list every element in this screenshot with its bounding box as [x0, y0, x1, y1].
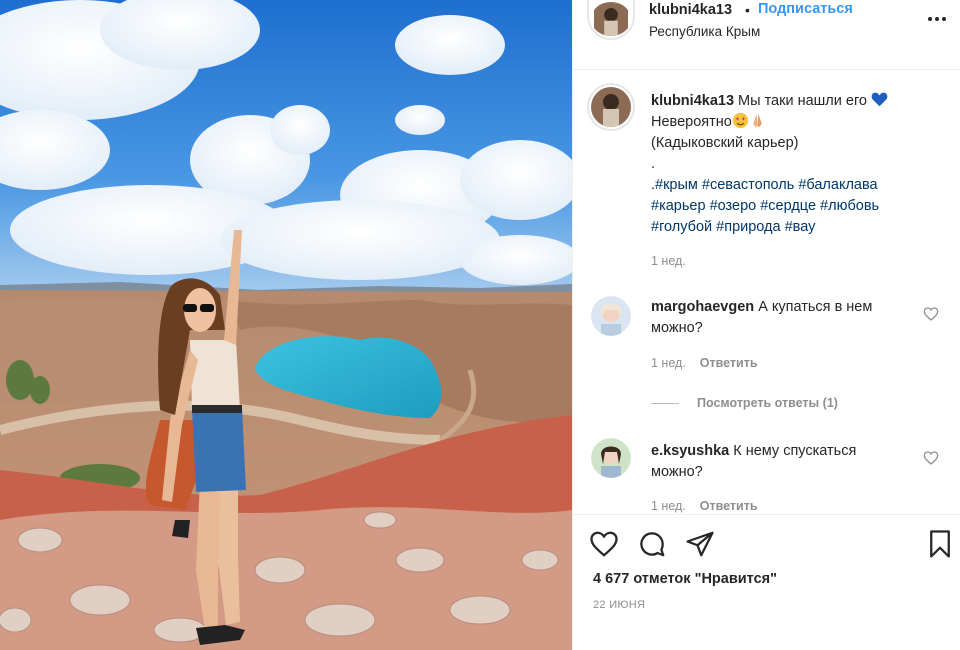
comment-text: e.ksyushka К нему спускаться можно?: [651, 441, 891, 483]
view-replies-button[interactable]: Посмотреть ответы (1): [651, 396, 838, 410]
like-comment-heart-icon[interactable]: [923, 450, 939, 466]
comment-bubble-icon[interactable]: [637, 529, 667, 559]
heart-eyes-emoji-icon: [732, 112, 748, 129]
caption-line-1: Мы таки нашли его: [738, 93, 867, 109]
post-date[interactable]: 22 ИЮНЯ: [593, 599, 645, 611]
comment-time[interactable]: 1 нед.: [651, 356, 686, 370]
save-bookmark-icon[interactable]: [925, 529, 955, 559]
author-avatar[interactable]: [587, 0, 635, 40]
post-header: klubni4ka13 • Подписаться Республика Кры…: [573, 0, 960, 70]
caption-hashtags-3[interactable]: #голубой #природа #вау: [651, 217, 941, 238]
post-actions: 4 677 отметок "Нравится" 22 ИЮНЯ: [573, 514, 960, 650]
like-heart-icon[interactable]: [589, 529, 619, 559]
comment-meta: 1 нед. Ответить: [651, 356, 758, 370]
post-panel: klubni4ka13 • Подписаться Республика Кры…: [572, 0, 960, 650]
likes-count[interactable]: 4 677 отметок "Нравится": [593, 571, 777, 587]
caption-time[interactable]: 1 нед.: [651, 254, 686, 268]
caption-hashtags-2[interactable]: #карьер #озеро #сердце #любовь: [651, 196, 941, 217]
caption-author-avatar[interactable]: [587, 83, 635, 131]
reply-button[interactable]: Ответить: [700, 499, 758, 513]
blue-heart-emoji-icon: [871, 92, 888, 107]
like-comment-heart-icon[interactable]: [923, 306, 939, 322]
quarry-photo-illustration: [0, 0, 572, 650]
follow-button[interactable]: Подписаться: [758, 1, 853, 17]
caption-line-4: .: [651, 156, 656, 172]
caption-username[interactable]: klubni4ka13: [651, 93, 734, 109]
location-link[interactable]: Республика Крым: [649, 24, 760, 39]
caption-line-2: Невероятно: [651, 114, 732, 130]
post-photo[interactable]: [0, 0, 572, 650]
author-username[interactable]: klubni4ka13: [649, 2, 732, 18]
post-caption: klubni4ka13 Мы таки нашли его Невероятно…: [651, 91, 941, 238]
comment-text: margohaevgen А купаться в нем можно?: [651, 297, 891, 339]
folded-hands-emoji-icon: [753, 113, 762, 128]
comment-meta: 1 нед. Ответить: [651, 499, 758, 513]
comment-username[interactable]: e.ksyushka: [651, 443, 729, 459]
caption-hashtags-1[interactable]: .#крым #севастополь #балаклава: [651, 175, 941, 196]
more-options-icon[interactable]: [927, 10, 947, 28]
caption-line-3: (Кадыковский карьер): [651, 135, 799, 151]
reply-button[interactable]: Ответить: [700, 356, 758, 370]
comment-time[interactable]: 1 нед.: [651, 499, 686, 513]
view-replies-label: Посмотреть ответы (1): [697, 396, 838, 410]
comment-avatar[interactable]: [591, 438, 631, 478]
comments-section[interactable]: klubni4ka13 Мы таки нашли его Невероятно…: [573, 71, 960, 513]
replies-line: [651, 403, 679, 405]
share-paper-plane-icon[interactable]: [685, 529, 715, 559]
comment-username[interactable]: margohaevgen: [651, 299, 754, 315]
comment-avatar[interactable]: [591, 296, 631, 336]
separator-dot: •: [745, 2, 750, 18]
